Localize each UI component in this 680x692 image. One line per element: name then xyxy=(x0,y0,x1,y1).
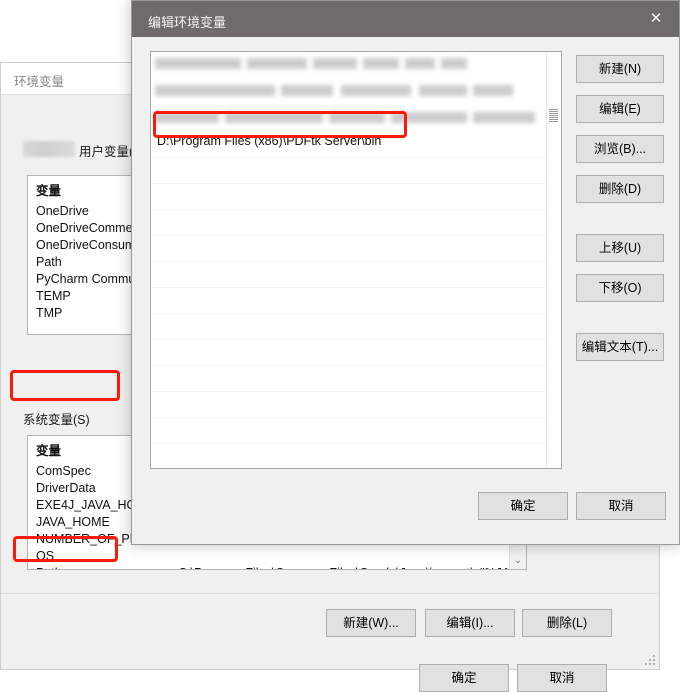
dialog-title: 编辑环境变量 xyxy=(148,15,227,30)
table-row[interactable]: OS xyxy=(28,546,526,563)
background-ok-button[interactable]: 确定 xyxy=(419,664,509,692)
edit-path-button[interactable]: 编辑(E) xyxy=(576,95,664,123)
system-variables-label: 系统变量(S) xyxy=(23,413,90,427)
background-window-title: 环境变量 xyxy=(14,75,65,89)
list-item[interactable] xyxy=(151,366,561,392)
variable-name: ComSpec xyxy=(36,464,91,478)
list-item[interactable] xyxy=(151,210,561,236)
variable-name: Path xyxy=(36,566,62,569)
variable-value: C:\Program Files\Common Files\Oracle\Jav… xyxy=(178,565,526,569)
delete-path-button[interactable]: 删除(D) xyxy=(576,175,664,203)
list-item[interactable] xyxy=(151,444,561,468)
list-item[interactable] xyxy=(151,288,561,314)
list-item[interactable] xyxy=(151,418,561,444)
footer-divider xyxy=(1,593,659,594)
scrollbar-thumb[interactable] xyxy=(549,108,558,122)
new-path-button[interactable]: 新建(N) xyxy=(576,55,664,83)
dialog-ok-button[interactable]: 确定 xyxy=(478,492,568,520)
dialog-cancel-button[interactable]: 取消 xyxy=(576,492,666,520)
move-up-button[interactable]: 上移(U) xyxy=(576,234,664,262)
variable-name: JAVA_HOME xyxy=(36,515,110,529)
new-system-variable-button[interactable]: 新建(W)... xyxy=(326,609,416,637)
edit-text-button[interactable]: 编辑文本(T)... xyxy=(576,333,664,361)
username-redaction xyxy=(23,141,75,157)
table-row-path[interactable]: Path C:\Program Files\Common Files\Oracl… xyxy=(28,563,526,569)
redacted-list-item[interactable] xyxy=(151,104,561,130)
list-item[interactable] xyxy=(151,158,561,184)
selected-path-entry-text: D:\Program Files (x86)\PDFtk Server\bin xyxy=(157,134,382,148)
browse-path-button[interactable]: 浏览(B)... xyxy=(576,135,664,163)
delete-system-variable-button[interactable]: 删除(L) xyxy=(522,609,612,637)
move-down-button[interactable]: 下移(O) xyxy=(576,274,664,302)
edit-system-variable-button[interactable]: 编辑(I)... xyxy=(425,609,515,637)
variable-name: DriverData xyxy=(36,481,96,495)
chevron-down-icon[interactable]: ⌄ xyxy=(510,552,526,569)
redacted-list-item[interactable] xyxy=(151,78,561,104)
edit-environment-variable-dialog: 编辑环境变量 ✕ D:\Program Files (x86)\PDFtk Se… xyxy=(131,0,680,545)
close-icon[interactable]: ✕ xyxy=(633,1,679,37)
dialog-list-scrollbar[interactable] xyxy=(546,52,561,468)
background-cancel-button[interactable]: 取消 xyxy=(517,664,607,692)
list-item[interactable] xyxy=(151,262,561,288)
list-item[interactable] xyxy=(151,184,561,210)
list-item[interactable] xyxy=(151,392,561,418)
list-item[interactable] xyxy=(151,314,561,340)
list-item[interactable] xyxy=(151,340,561,366)
dialog-titlebar[interactable]: 编辑环境变量 ✕ xyxy=(132,1,679,37)
redacted-list-item[interactable] xyxy=(151,52,561,78)
selected-path-entry[interactable]: D:\Program Files (x86)\PDFtk Server\bin xyxy=(151,130,561,158)
resize-grip[interactable] xyxy=(645,655,655,665)
path-entries-list[interactable]: D:\Program Files (x86)\PDFtk Server\bin xyxy=(150,51,562,469)
list-item[interactable] xyxy=(151,236,561,262)
variable-name: OS xyxy=(36,549,55,563)
